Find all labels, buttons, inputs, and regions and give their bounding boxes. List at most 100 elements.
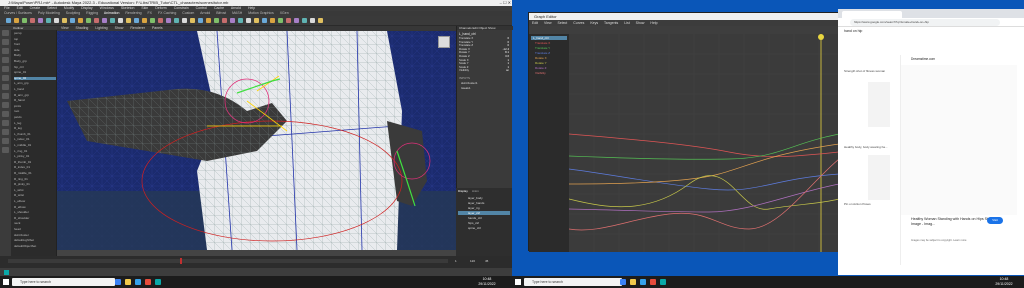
timeline-track[interactable] <box>8 259 448 263</box>
chrome-icon[interactable] <box>650 279 656 285</box>
menu-help[interactable]: Help <box>248 6 255 10</box>
preview-image[interactable] <box>901 65 1017 215</box>
shelf-tool-icon[interactable] <box>174 18 179 23</box>
tool-icon[interactable] <box>2 30 9 36</box>
shelf-tab[interactable]: Rendering <box>125 11 141 15</box>
current-frame-marker[interactable] <box>180 258 182 264</box>
outliner-item[interactable]: side <box>14 49 56 52</box>
menu-deform[interactable]: Deform <box>155 6 166 10</box>
task-view-icon[interactable] <box>620 279 626 285</box>
outliner-item[interactable]: skinCluster <box>14 234 56 237</box>
shelf-tool-icon[interactable] <box>70 18 75 23</box>
outliner-item[interactable]: persp <box>14 32 56 35</box>
windows-start-icon[interactable] <box>515 279 521 285</box>
shelf-tool-icon[interactable] <box>158 18 163 23</box>
shelf-tool-icon[interactable] <box>14 18 19 23</box>
shelf-tool-icon[interactable] <box>206 18 211 23</box>
viewport-menu-view[interactable]: View <box>61 26 69 30</box>
tool-icon[interactable] <box>2 138 9 144</box>
shelf-tab[interactable]: Poly Modeling <box>38 11 60 15</box>
outliner-item[interactable]: Body_grp <box>14 60 56 63</box>
menu-modify[interactable]: Modify <box>64 6 74 10</box>
tool-icon[interactable] <box>2 111 9 117</box>
chrome-icon[interactable] <box>145 279 151 285</box>
graph-channel-item[interactable]: Translate Z <box>535 52 568 55</box>
shelf-tool-icon[interactable] <box>238 18 243 23</box>
outliner-item[interactable]: defaultObjectSet <box>14 245 56 248</box>
time-slider[interactable]: 1 120 45 <box>0 256 512 268</box>
shelf-tool-icon[interactable] <box>102 18 107 23</box>
graph-channel-item[interactable]: Rotate Y <box>535 62 568 65</box>
taskbar-search[interactable]: Type here to search <box>524 278 622 286</box>
graph-channel-item[interactable]: Translate X <box>535 42 568 45</box>
tool-icon[interactable] <box>2 120 9 126</box>
layer-tab-anim[interactable]: Anim <box>472 189 484 193</box>
menu-skin[interactable]: Skin <box>141 6 148 10</box>
file-explorer-icon[interactable] <box>125 279 131 285</box>
tool-icon[interactable] <box>2 84 9 90</box>
outliner-item[interactable]: root <box>14 110 56 113</box>
shelf-tool-icon[interactable] <box>30 18 35 23</box>
shelf-tool-icon[interactable] <box>262 18 267 23</box>
browser-tab[interactable] <box>842 11 902 18</box>
outliner-item[interactable]: L_thumb_01 <box>14 133 56 136</box>
menu-display[interactable]: Display <box>81 6 92 10</box>
thumb-caption[interactable]: Healthy body, body wearing ha... <box>844 145 894 149</box>
outliner-item[interactable]: L_middle_01 <box>14 144 56 147</box>
shelf-tab[interactable]: Rigging <box>86 11 98 15</box>
shelf-tool-icon[interactable] <box>110 18 115 23</box>
shelf-tab[interactable]: Arnold <box>200 11 210 15</box>
shelf-tool-icon[interactable] <box>86 18 91 23</box>
outliner-item[interactable]: L_index_01 <box>14 138 56 141</box>
viewport-menu-panels[interactable]: Panels <box>152 26 163 30</box>
outliner-item[interactable]: R_leg <box>14 127 56 130</box>
shelf-tool-icon[interactable] <box>22 18 27 23</box>
windows-start-icon[interactable] <box>3 279 9 285</box>
layer-row[interactable]: layer_body <box>458 196 510 200</box>
tool-icon[interactable] <box>2 39 9 45</box>
shelf-tool-icon[interactable] <box>78 18 83 23</box>
shelf-tool-icon[interactable] <box>254 18 259 23</box>
timeline-current[interactable]: 45 <box>485 259 497 264</box>
shelf-tab[interactable]: XGen <box>280 11 289 15</box>
outliner-item[interactable]: pelvis <box>14 116 56 119</box>
shelf-tool-icon[interactable] <box>302 18 307 23</box>
channel-attribute-row[interactable]: Visibility on <box>459 69 511 72</box>
shelf-tab[interactable]: Motion Graphics <box>248 11 273 15</box>
outliner-item[interactable]: L_arm_grp <box>14 82 56 85</box>
tool-icon[interactable] <box>2 147 9 153</box>
layer-row[interactable]: layer_hands <box>458 201 510 205</box>
outliner-item[interactable]: joints <box>14 105 56 108</box>
shelf-tool-icon[interactable] <box>222 18 227 23</box>
timeline-start[interactable]: 1 <box>455 259 467 264</box>
view-cube-icon[interactable] <box>438 36 450 48</box>
shelf-tool-icon[interactable] <box>150 18 155 23</box>
menu-create[interactable]: Create <box>30 6 41 10</box>
graph-editor-curve-area[interactable] <box>568 34 840 252</box>
shelf-tab[interactable]: Bifrost <box>216 11 226 15</box>
shelf-tool-icon[interactable] <box>126 18 131 23</box>
image-thumbnail[interactable] <box>868 82 890 127</box>
layer-row[interactable]: layer_rig <box>458 206 510 210</box>
outliner-item[interactable]: neck <box>14 222 56 225</box>
menu-control[interactable]: Control <box>196 6 207 10</box>
shelf-tab[interactable]: Sculpting <box>66 11 80 15</box>
channel-box-node[interactable]: L_hand_ctrl <box>459 32 509 36</box>
layer-row[interactable]: hips_ctrl <box>458 221 510 225</box>
layer-row[interactable]: hands_ctrl <box>458 216 510 220</box>
outliner-item[interactable]: front <box>14 43 56 46</box>
tool-icon[interactable] <box>2 93 9 99</box>
shelf-tool-icon[interactable] <box>294 18 299 23</box>
preview-source[interactable]: Dreamstime.com <box>911 57 971 62</box>
menu-cache[interactable]: Cache <box>214 6 224 10</box>
shelf-tool-icon[interactable] <box>38 18 43 23</box>
menu-skeleton[interactable]: Skeleton <box>121 6 135 10</box>
input-node[interactable]: tweak1 <box>461 86 511 90</box>
graph-menu-tangents[interactable]: Tangents <box>604 21 618 25</box>
shelf-tool-icon[interactable] <box>6 18 11 23</box>
shelf-tool-icon[interactable] <box>182 18 187 23</box>
graph-menu-select[interactable]: Select <box>558 21 568 25</box>
graph-channel-item[interactable]: Translate Y <box>535 47 568 50</box>
outliner-item[interactable]: L_ring_01 <box>14 150 56 153</box>
outliner-item[interactable]: R_hand <box>14 99 56 102</box>
